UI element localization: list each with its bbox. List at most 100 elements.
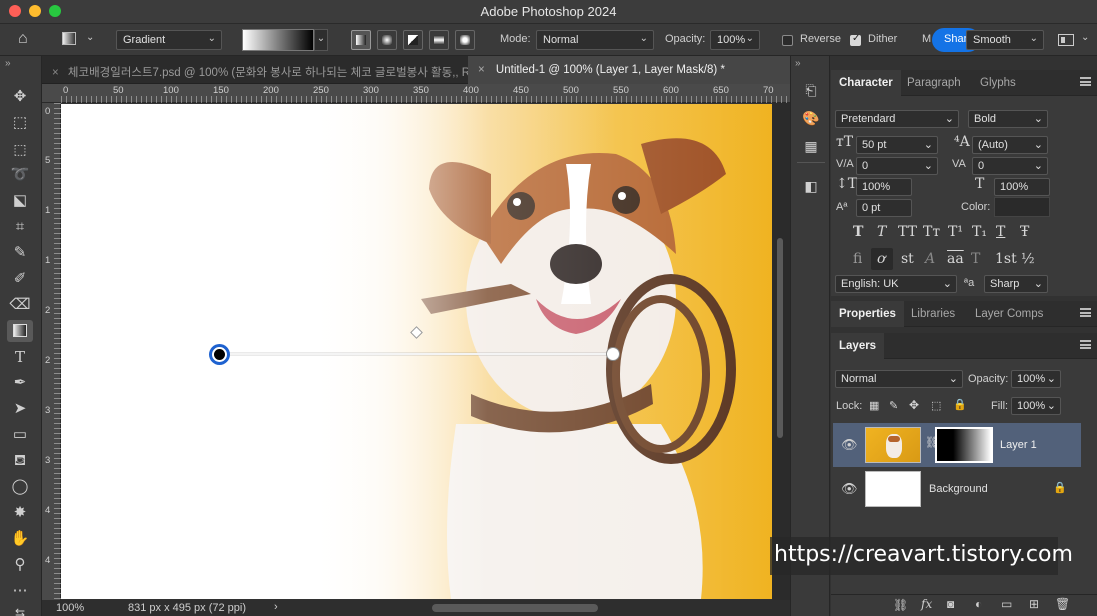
layer-mask-thumbnail[interactable] xyxy=(935,427,993,463)
gradient-swatch[interactable] xyxy=(242,29,314,51)
linear-gradient-button[interactable] xyxy=(351,30,371,50)
move-tool-icon[interactable]: ✥ xyxy=(7,86,33,108)
gradient-preset-dropdown[interactable]: Gradient ⌄ xyxy=(116,30,222,50)
panel-menu-icon[interactable] xyxy=(1080,308,1091,317)
kerning-field[interactable]: 0 ⌄ xyxy=(856,157,938,175)
horizontal-scale-field[interactable]: 100% xyxy=(994,178,1050,196)
superscript-button[interactable]: T¹ xyxy=(948,224,963,240)
vertical-scale-field[interactable]: 100% xyxy=(856,178,912,196)
tool-preset-icon[interactable] xyxy=(62,32,76,45)
tab-layer-comps[interactable]: Layer Comps xyxy=(967,301,1051,327)
zoom-level[interactable]: 100% xyxy=(56,602,84,614)
tab-paragraph[interactable]: Paragraph xyxy=(899,70,969,96)
adjustments-icon[interactable]: ◧ xyxy=(801,178,821,198)
stylistic-alternates-button[interactable]: aa xyxy=(947,251,964,267)
tab-layers[interactable]: Layers xyxy=(831,333,885,359)
layer-name[interactable]: Layer 1 xyxy=(1000,439,1037,451)
text-color-swatch[interactable] xyxy=(994,197,1050,217)
tab-properties[interactable]: Properties xyxy=(831,301,904,327)
subscript-button[interactable]: T₁ xyxy=(972,224,987,240)
visibility-eye-icon[interactable]: 👁 xyxy=(841,481,858,497)
strikethrough-button[interactable]: Ŧ xyxy=(1020,224,1029,240)
contextual-alternates-button[interactable]: ơ xyxy=(877,251,885,267)
lock-position-icon[interactable]: ✥ xyxy=(909,398,919,412)
faux-bold-button[interactable]: T xyxy=(853,224,863,240)
layer-name[interactable]: Background xyxy=(929,483,988,495)
blend-mode-dropdown[interactable]: Normal ⌄ xyxy=(835,370,963,388)
link-layers-icon[interactable]: ⛓ xyxy=(893,598,908,612)
tracking-field[interactable]: 0 ⌄ xyxy=(972,157,1048,175)
tab-document-2[interactable]: × Untitled-1 @ 100% (Layer 1, Layer Mask… xyxy=(468,56,790,84)
rectangle-tool-icon[interactable]: ▭ xyxy=(7,424,33,446)
layer-opacity-field[interactable]: 100% ⌄ xyxy=(1011,370,1061,388)
path-selection-tool-icon[interactable]: ➤ xyxy=(7,398,33,420)
layer-style-fx-icon[interactable]: fx xyxy=(921,597,932,611)
layer-lock-icon[interactable]: 🔒 xyxy=(1053,481,1067,494)
diamond-gradient-button[interactable] xyxy=(455,30,475,50)
panel-menu-icon[interactable] xyxy=(1080,77,1091,86)
tab-libraries[interactable]: Libraries xyxy=(903,301,963,327)
crop-tool-icon[interactable]: ⌗ xyxy=(7,216,33,238)
tab-character[interactable]: Character xyxy=(831,70,901,96)
pen-tool-icon[interactable]: ✒ xyxy=(7,372,33,394)
swatches-grid-icon[interactable]: ▦ xyxy=(801,138,821,158)
layer-thumbnail[interactable] xyxy=(865,427,921,463)
mode-dropdown[interactable]: Normal ⌄ xyxy=(536,30,654,50)
panel-menu-icon[interactable] xyxy=(1080,340,1091,349)
lock-all-icon[interactable]: 🔒 xyxy=(953,398,967,411)
visibility-eye-icon[interactable]: 👁 xyxy=(841,437,858,453)
chevron-down-icon[interactable]: ⌄ xyxy=(86,32,94,43)
small-caps-button[interactable]: Tт xyxy=(923,224,940,240)
marquee-tool-icon[interactable]: ⬚ xyxy=(7,138,33,160)
horizontal-scrollbar[interactable] xyxy=(432,604,598,612)
lasso-tool-icon[interactable]: ➰ xyxy=(7,164,33,186)
lock-artboard-icon[interactable]: ⬚ xyxy=(931,399,941,412)
dither-checkbox[interactable] xyxy=(850,33,861,46)
layer-row-background[interactable]: 👁 Background 🔒 xyxy=(833,467,1081,511)
lock-pixels-icon[interactable]: ✎ xyxy=(889,399,898,412)
brush-tool-icon[interactable]: ✐ xyxy=(7,268,33,290)
reflected-gradient-button[interactable] xyxy=(429,30,449,50)
standard-ligatures-button[interactable]: fi xyxy=(853,251,862,267)
font-style-dropdown[interactable]: Bold ⌄ xyxy=(968,110,1048,128)
leading-field[interactable]: (Auto) ⌄ xyxy=(972,136,1048,154)
angle-gradient-button[interactable] xyxy=(403,30,423,50)
smooth-dropdown[interactable]: Smooth ⌄ xyxy=(966,30,1044,50)
lock-transparent-icon[interactable]: ▦ xyxy=(869,399,879,412)
delete-layer-icon[interactable]: 🗑 xyxy=(1055,597,1070,611)
opacity-input[interactable]: 100% ⌄ xyxy=(710,30,760,50)
layer-row-layer-1[interactable]: 👁 ⛓ Layer 1 xyxy=(833,423,1081,467)
layers-scroll-area[interactable] xyxy=(1081,423,1097,593)
reverse-checkbox[interactable] xyxy=(782,35,793,46)
group-folder-icon[interactable]: ▭ xyxy=(1001,597,1012,611)
font-size-field[interactable]: 50 pt ⌄ xyxy=(856,136,938,154)
discretionary-ligatures-button[interactable]: st xyxy=(901,251,914,267)
more-tools-icon[interactable]: ⋯ xyxy=(7,580,33,602)
faux-italic-button[interactable]: T xyxy=(877,224,886,240)
adjustment-layer-icon[interactable]: ◐ xyxy=(975,597,982,611)
zoom-tool-icon[interactable]: ⚲ xyxy=(7,554,33,576)
baseline-shift-field[interactable]: 0 pt xyxy=(856,199,912,217)
home-icon[interactable]: ⌂ xyxy=(18,30,28,48)
antialias-dropdown[interactable]: Sharp ⌄ xyxy=(984,275,1048,293)
gradient-guide-line[interactable] xyxy=(219,353,613,355)
layer-thumbnail[interactable] xyxy=(865,471,921,507)
color-palette-icon[interactable]: 🎨 xyxy=(801,110,821,130)
tab-glyphs[interactable]: Glyphs xyxy=(972,70,1024,96)
add-mask-icon[interactable]: ◙ xyxy=(947,597,954,611)
custom-shape-tool-icon[interactable]: ✸ xyxy=(7,502,33,524)
document-canvas[interactable] xyxy=(61,104,772,599)
vertical-scrollbar[interactable] xyxy=(777,238,783,438)
fractions-button[interactable]: ½ xyxy=(1021,251,1035,267)
gradient-picker-chevron-icon[interactable]: ⌄ xyxy=(314,29,328,51)
paint-bucket-tool-icon[interactable]: ⛾ xyxy=(7,450,33,472)
titling-alternates-button[interactable]: T xyxy=(971,251,980,267)
object-selection-tool-icon[interactable]: ⬕ xyxy=(7,190,33,212)
close-tab-icon[interactable]: × xyxy=(52,67,59,79)
all-caps-button[interactable]: TT xyxy=(898,224,917,240)
chevron-down-icon[interactable]: ⌄ xyxy=(1081,32,1089,43)
font-family-dropdown[interactable]: Pretendard ⌄ xyxy=(835,110,959,128)
swash-button[interactable]: A xyxy=(925,251,935,267)
gradient-tool-icon[interactable] xyxy=(7,320,33,342)
eraser-tool-icon[interactable]: ⌫ xyxy=(7,294,33,316)
